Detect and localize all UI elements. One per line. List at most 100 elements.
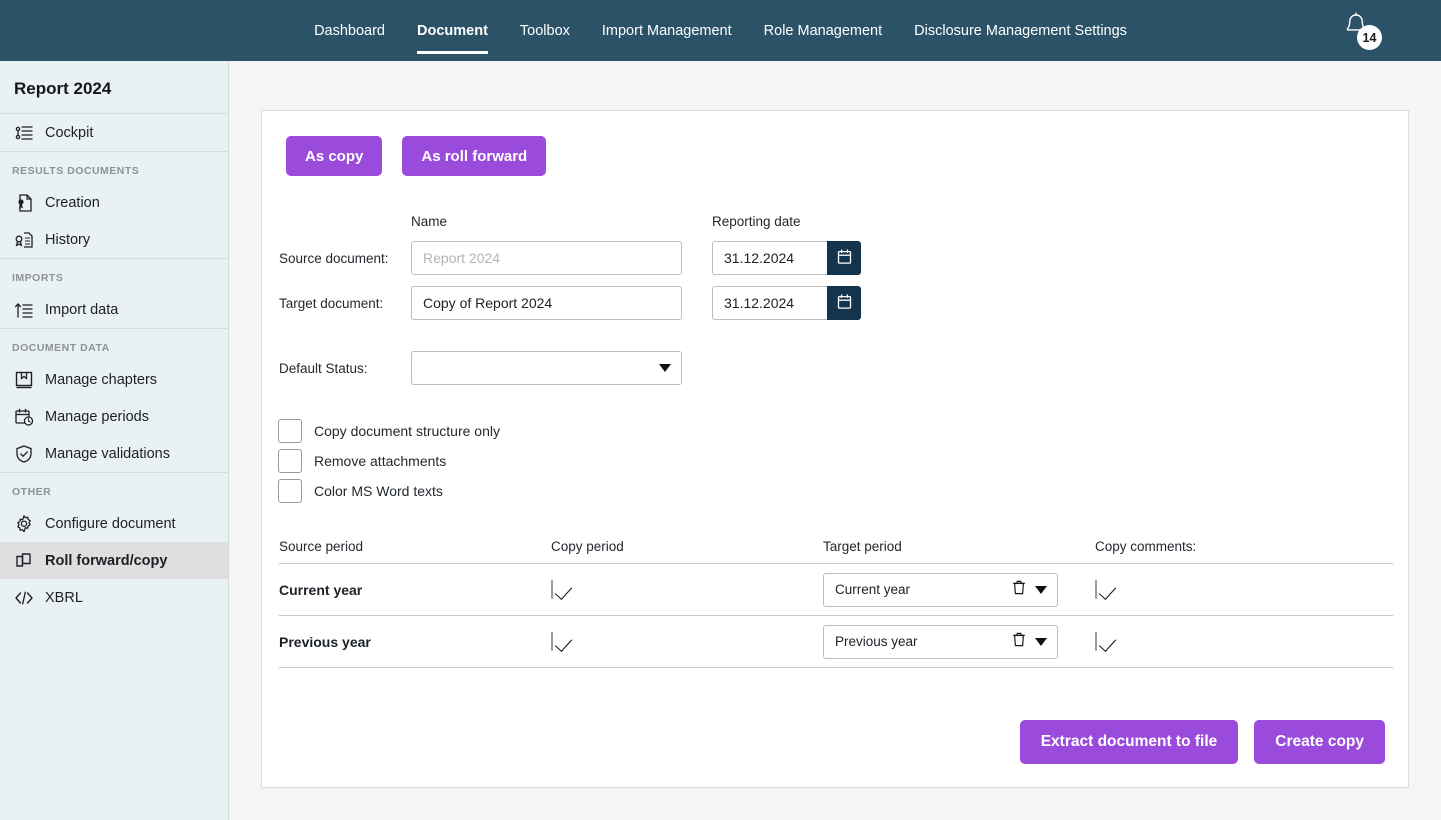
target-date-picker-button[interactable] [827,286,861,320]
target-document-label: Target document: [279,296,384,311]
sidebar-item-manage-chapters[interactable]: Manage chapters [0,361,228,398]
checkbox-copy-comments-previous-year[interactable] [1095,631,1097,651]
column-header-reporting-date: Reporting date [712,214,801,229]
sidebar-item-xbrl[interactable]: XBRL [0,579,228,616]
nav-item-disclosure-management-settings[interactable]: Disclosure Management Settings [898,0,1143,61]
sidebar-item-manage-validations[interactable]: Manage validations [0,435,228,472]
book-bookmark-icon [13,369,34,390]
sidebar-item-label: Manage periods [45,408,149,425]
sidebar-item-cockpit[interactable]: Cockpit [0,114,228,151]
sidebar-item-label: Configure document [45,515,176,532]
row-source-period: Current year [279,581,363,598]
sidebar-group-header: OTHER [12,486,52,498]
list-tree-icon [13,122,34,143]
checkbox-copy-comments-current-year[interactable] [1095,579,1097,599]
nav-label: Document [417,22,488,39]
upload-list-icon [13,299,34,320]
app-root: Dashboard Document Toolbox Import Manage… [0,0,1441,820]
target-reporting-date-field [712,286,861,320]
option-label: Remove attachments [314,453,447,469]
default-status-select[interactable] [411,351,682,385]
sidebar-item-import-data[interactable]: Import data [0,291,228,328]
checkbox-copy-period-previous-year[interactable] [551,631,553,651]
sidebar-group-header: DOCUMENT DATA [12,342,110,354]
row-target-period-cell: Previous year [823,624,1095,659]
shield-check-icon [13,443,34,464]
nav-item-document[interactable]: Document [401,0,504,61]
checkbox-copy-document-structure-only[interactable] [278,419,302,443]
option-color-ms-word-texts[interactable]: Color MS Word texts [278,476,500,506]
target-period-select-current-year[interactable]: Current year [823,572,1058,607]
nav-label: Dashboard [314,22,385,39]
source-reporting-date-field [712,241,861,275]
header-copy-comments: Copy comments: [1095,539,1197,554]
target-period-select-previous-year[interactable]: Previous year [823,624,1058,659]
checkbox-copy-period-current-year[interactable] [551,579,553,599]
sidebar-group-document-data: DOCUMENT DATA Manage chapters Manage per… [0,328,228,472]
copy-options-group: Copy document structure only Remove atta… [278,416,500,506]
sidebar-item-label: Creation [45,194,100,211]
option-label: Color MS Word texts [314,483,443,499]
default-status-label: Default Status: [279,361,368,376]
copy-pages-icon [13,550,34,571]
sidebar-group-results-documents: RESULTS DOCUMENTS Creation History [0,151,228,258]
row-copy-comments-cell [1095,579,1375,599]
sidebar-item-label: XBRL [45,589,83,606]
nav-item-role-management[interactable]: Role Management [748,0,899,61]
notification-count: 14 [1362,30,1377,45]
main-content: As copy As roll forward Name Reporting d… [229,61,1441,820]
checkbox-color-ms-word-texts[interactable] [278,479,302,503]
table-row: Previous year Previous year [279,616,1393,668]
checkbox-remove-attachments[interactable] [278,449,302,473]
sidebar-group-header: IMPORTS [12,272,64,284]
nav-label: Import Management [601,22,732,39]
as-copy-button[interactable]: As copy [286,136,383,176]
trash-icon[interactable] [1012,631,1026,652]
source-document-name-input[interactable] [411,241,682,275]
code-brackets-icon [13,587,34,608]
sidebar-item-manage-periods[interactable]: Manage periods [0,398,228,435]
nav-label: Role Management [763,22,883,39]
header-source-period: Source period [279,539,364,554]
nav-items: Dashboard Document Toolbox Import Manage… [298,0,1143,61]
nav-item-toolbox[interactable]: Toolbox [504,0,586,61]
extract-document-to-file-button[interactable]: Extract document to file [1019,720,1239,764]
target-reporting-date-input[interactable] [712,286,827,320]
sidebar-item-creation[interactable]: Creation [0,184,228,221]
sidebar-item-label: Import data [45,301,119,318]
row-copy-comments-cell [1095,631,1375,651]
notifications-button[interactable]: 14 [1343,12,1383,50]
target-period-value: Current year [835,582,911,597]
source-reporting-date-input[interactable] [712,241,827,275]
row-source-period: Previous year [279,633,371,650]
source-document-label: Source document: [279,251,389,266]
sidebar-group-header: RESULTS DOCUMENTS [12,165,140,177]
nav-label: Disclosure Management Settings [914,22,1127,39]
create-copy-button[interactable]: Create copy [1254,720,1385,764]
option-remove-attachments[interactable]: Remove attachments [278,446,500,476]
sidebar-item-label: Manage chapters [45,371,158,388]
sidebar-item-roll-forward-copy[interactable]: Roll forward/copy [0,542,228,579]
row-copy-period-cell [551,579,823,599]
target-document-name-input[interactable] [411,286,682,320]
as-roll-forward-button[interactable]: As roll forward [402,136,547,176]
header-target-period: Target period [823,539,902,554]
nav-item-import-management[interactable]: Import Management [586,0,748,61]
sidebar-title: Report 2024 [14,79,112,98]
table-row: Current year Current year [279,564,1393,616]
nav-label: Toolbox [519,22,570,39]
sidebar-group-cockpit: Cockpit [0,113,228,151]
column-header-name: Name [411,214,448,229]
sidebar-item-history[interactable]: History [0,221,228,258]
chevron-down-icon [1035,637,1047,646]
calendar-icon [837,248,852,268]
sidebar: Report 2024 Cockpit RESULTS DOCUMENTS Cr… [0,61,229,820]
nav-item-dashboard[interactable]: Dashboard [298,0,401,61]
option-copy-document-structure-only[interactable]: Copy document structure only [278,416,500,446]
source-date-picker-button[interactable] [827,241,861,275]
sidebar-item-configure-document[interactable]: Configure document [0,505,228,542]
trash-icon[interactable] [1012,579,1026,600]
row-copy-period-cell [551,631,823,651]
row-target-period-cell: Current year [823,572,1095,607]
periods-table: Source period Copy period Target period … [279,539,1393,668]
